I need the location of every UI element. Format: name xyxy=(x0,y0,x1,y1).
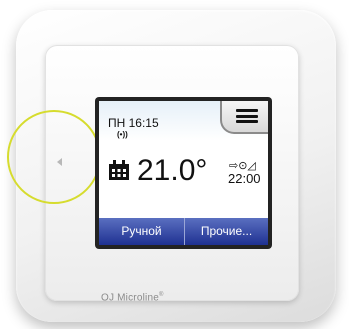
manual-button[interactable]: Ручной xyxy=(99,218,185,245)
schedule-time: 22:00 xyxy=(228,171,261,186)
temperature-display: 21.0° xyxy=(137,154,208,187)
menu-icon xyxy=(236,109,258,123)
wifi-icon: (•)) xyxy=(117,130,128,139)
touchscreen: ПН 16:15 (•)) 21.0° ⇨⊙◿ 22:00 Ручной Про… xyxy=(99,101,268,245)
day-time-label: ПН 16:15 xyxy=(108,116,159,130)
menu-button[interactable] xyxy=(220,101,268,134)
other-button[interactable]: Прочие... xyxy=(185,218,268,245)
brand-name: OJ Microline xyxy=(101,292,159,304)
brand-label: OJ Microline® xyxy=(101,292,164,303)
calendar-schedule-icon xyxy=(109,160,129,180)
highlight-circle xyxy=(7,110,101,204)
brand-mark: ® xyxy=(158,292,164,298)
